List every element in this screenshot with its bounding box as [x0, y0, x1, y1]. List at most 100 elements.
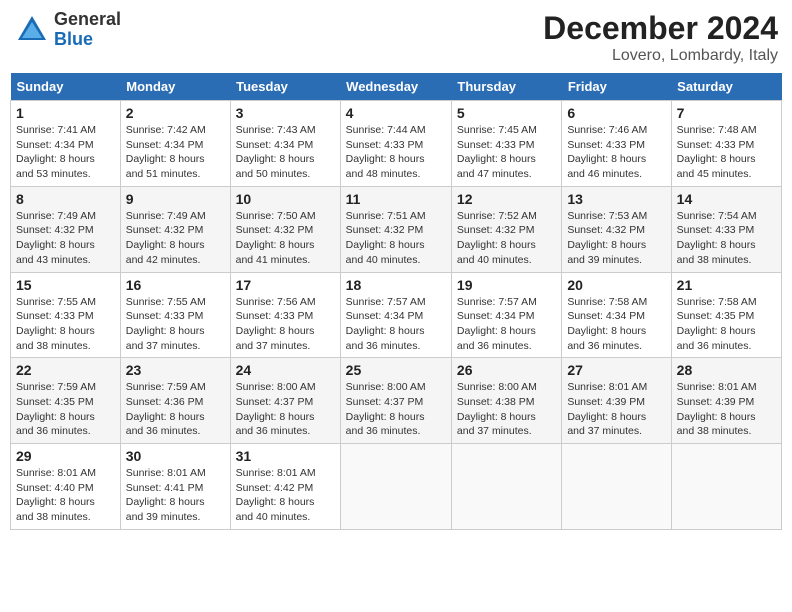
calendar-day-cell — [340, 444, 451, 530]
day-number: 2 — [126, 105, 225, 121]
day-number: 7 — [677, 105, 776, 121]
weekday-header: Wednesday — [340, 73, 451, 101]
day-info: Sunrise: 7:44 AMSunset: 4:33 PMDaylight:… — [346, 123, 446, 182]
day-number: 21 — [677, 277, 776, 293]
day-number: 26 — [457, 362, 556, 378]
day-number: 31 — [236, 448, 335, 464]
calendar-week-row: 22Sunrise: 7:59 AMSunset: 4:35 PMDayligh… — [11, 358, 782, 444]
day-info: Sunrise: 8:00 AMSunset: 4:37 PMDaylight:… — [346, 380, 446, 439]
day-info: Sunrise: 7:48 AMSunset: 4:33 PMDaylight:… — [677, 123, 776, 182]
day-number: 6 — [567, 105, 665, 121]
day-info: Sunrise: 7:58 AMSunset: 4:35 PMDaylight:… — [677, 295, 776, 354]
calendar-day-cell: 27Sunrise: 8:01 AMSunset: 4:39 PMDayligh… — [562, 358, 671, 444]
day-info: Sunrise: 8:00 AMSunset: 4:38 PMDaylight:… — [457, 380, 556, 439]
day-number: 15 — [16, 277, 115, 293]
day-info: Sunrise: 8:01 AMSunset: 4:39 PMDaylight:… — [567, 380, 665, 439]
day-number: 29 — [16, 448, 115, 464]
day-info: Sunrise: 7:53 AMSunset: 4:32 PMDaylight:… — [567, 209, 665, 268]
calendar-day-cell: 14 Sunrise: 7:54 AMSunset: 4:33 PMDayligh… — [671, 186, 781, 272]
weekday-header: Friday — [562, 73, 671, 101]
calendar-day-cell: 18 Sunrise: 7:57 AMSunset: 4:34 PMDayligh… — [340, 272, 451, 358]
calendar-day-cell: 4 Sunrise: 7:44 AMSunset: 4:33 PMDaylight… — [340, 101, 451, 187]
title-block: December 2024 Lovero, Lombardy, Italy — [543, 10, 778, 65]
calendar-day-cell: 2 Sunrise: 7:42 AMSunset: 4:34 PMDaylight… — [120, 101, 230, 187]
page-header: General Blue December 2024 Lovero, Lomba… — [10, 10, 782, 65]
weekday-header: Thursday — [451, 73, 561, 101]
day-number: 11 — [346, 191, 446, 207]
calendar-day-cell: 1Sunrise: 7:41 AMSunset: 4:34 PMDaylight… — [11, 101, 121, 187]
day-number: 12 — [457, 191, 556, 207]
day-info: Sunrise: 7:55 AMSunset: 4:33 PMDaylight:… — [126, 295, 225, 354]
logo: General Blue — [14, 10, 121, 50]
day-info: Sunrise: 7:45 AMSunset: 4:33 PMDaylight:… — [457, 123, 556, 182]
day-number: 25 — [346, 362, 446, 378]
calendar-day-cell — [671, 444, 781, 530]
day-number: 23 — [126, 362, 225, 378]
calendar-day-cell: 12 Sunrise: 7:52 AMSunset: 4:32 PMDayligh… — [451, 186, 561, 272]
day-info: Sunrise: 7:54 AMSunset: 4:33 PMDaylight:… — [677, 209, 776, 268]
calendar-day-cell: 10 Sunrise: 7:50 AMSunset: 4:32 PMDayligh… — [230, 186, 340, 272]
calendar-day-cell: 15Sunrise: 7:55 AMSunset: 4:33 PMDayligh… — [11, 272, 121, 358]
calendar-day-cell: 23 Sunrise: 7:59 AMSunset: 4:36 PMDayligh… — [120, 358, 230, 444]
day-info: Sunrise: 7:49 AMSunset: 4:32 PMDaylight:… — [16, 209, 115, 268]
day-number: 24 — [236, 362, 335, 378]
calendar-day-cell: 13 Sunrise: 7:53 AMSunset: 4:32 PMDayligh… — [562, 186, 671, 272]
day-info: Sunrise: 7:57 AMSunset: 4:34 PMDaylight:… — [457, 295, 556, 354]
calendar-week-row: 8 Sunrise: 7:49 AMSunset: 4:32 PMDaylight… — [11, 186, 782, 272]
day-info: Sunrise: 7:46 AMSunset: 4:33 PMDaylight:… — [567, 123, 665, 182]
calendar-day-cell: 11 Sunrise: 7:51 AMSunset: 4:32 PMDayligh… — [340, 186, 451, 272]
weekday-header: Tuesday — [230, 73, 340, 101]
logo-text: General Blue — [54, 10, 121, 50]
day-info: Sunrise: 7:50 AMSunset: 4:32 PMDaylight:… — [236, 209, 335, 268]
day-number: 9 — [126, 191, 225, 207]
weekday-header: Sunday — [11, 73, 121, 101]
day-info: Sunrise: 7:41 AMSunset: 4:34 PMDaylight:… — [16, 123, 115, 182]
day-info: Sunrise: 8:01 AMSunset: 4:41 PMDaylight:… — [126, 466, 225, 525]
day-info: Sunrise: 8:01 AMSunset: 4:40 PMDaylight:… — [16, 466, 115, 525]
calendar-day-cell: 21 Sunrise: 7:58 AMSunset: 4:35 PMDayligh… — [671, 272, 781, 358]
calendar-table: SundayMondayTuesdayWednesdayThursdayFrid… — [10, 73, 782, 530]
day-number: 14 — [677, 191, 776, 207]
day-number: 5 — [457, 105, 556, 121]
day-info: Sunrise: 7:42 AMSunset: 4:34 PMDaylight:… — [126, 123, 225, 182]
day-info: Sunrise: 7:52 AMSunset: 4:32 PMDaylight:… — [457, 209, 556, 268]
calendar-day-cell: 16 Sunrise: 7:55 AMSunset: 4:33 PMDayligh… — [120, 272, 230, 358]
logo-general-text: General — [54, 10, 121, 30]
day-info: Sunrise: 7:58 AMSunset: 4:34 PMDaylight:… — [567, 295, 665, 354]
calendar-day-cell — [562, 444, 671, 530]
day-number: 8 — [16, 191, 115, 207]
day-info: Sunrise: 8:01 AMSunset: 4:39 PMDaylight:… — [677, 380, 776, 439]
day-number: 18 — [346, 277, 446, 293]
day-info: Sunrise: 8:00 AMSunset: 4:37 PMDaylight:… — [236, 380, 335, 439]
calendar-week-row: 1Sunrise: 7:41 AMSunset: 4:34 PMDaylight… — [11, 101, 782, 187]
day-number: 13 — [567, 191, 665, 207]
day-info: Sunrise: 8:01 AMSunset: 4:42 PMDaylight:… — [236, 466, 335, 525]
day-number: 28 — [677, 362, 776, 378]
day-number: 16 — [126, 277, 225, 293]
calendar-day-cell: 28 Sunrise: 8:01 AMSunset: 4:39 PMDayligh… — [671, 358, 781, 444]
calendar-day-cell: 19 Sunrise: 7:57 AMSunset: 4:34 PMDayligh… — [451, 272, 561, 358]
calendar-day-cell: 31 Sunrise: 8:01 AMSunset: 4:42 PMDayligh… — [230, 444, 340, 530]
calendar-day-cell: 30 Sunrise: 8:01 AMSunset: 4:41 PMDayligh… — [120, 444, 230, 530]
day-info: Sunrise: 7:57 AMSunset: 4:34 PMDaylight:… — [346, 295, 446, 354]
calendar-day-cell: 25 Sunrise: 8:00 AMSunset: 4:37 PMDayligh… — [340, 358, 451, 444]
day-number: 17 — [236, 277, 335, 293]
calendar-day-cell: 22Sunrise: 7:59 AMSunset: 4:35 PMDayligh… — [11, 358, 121, 444]
day-number: 4 — [346, 105, 446, 121]
calendar-day-cell: 17 Sunrise: 7:56 AMSunset: 4:33 PMDayligh… — [230, 272, 340, 358]
day-number: 10 — [236, 191, 335, 207]
calendar-week-row: 15 Sunrise: 7:55 AMSunset: 4:33 PMDayligh… — [11, 272, 782, 358]
calendar-day-cell: 9 Sunrise: 7:49 AMSunset: 4:32 PMDaylight… — [120, 186, 230, 272]
calendar-day-cell: 7 Sunrise: 7:48 AMSunset: 4:33 PMDaylight… — [671, 101, 781, 187]
day-info: Sunrise: 7:59 AMSunset: 4:35 PMDaylight:… — [16, 380, 115, 439]
calendar-header-row: SundayMondayTuesdayWednesdayThursdayFrid… — [11, 73, 782, 101]
day-info: Sunrise: 7:56 AMSunset: 4:33 PMDaylight:… — [236, 295, 335, 354]
calendar-day-cell: 6 Sunrise: 7:46 AMSunset: 4:33 PMDaylight… — [562, 101, 671, 187]
day-number: 30 — [126, 448, 225, 464]
day-info: Sunrise: 7:51 AMSunset: 4:32 PMDaylight:… — [346, 209, 446, 268]
day-info: Sunrise: 7:43 AMSunset: 4:34 PMDaylight:… — [236, 123, 335, 182]
day-info: Sunrise: 7:59 AMSunset: 4:36 PMDaylight:… — [126, 380, 225, 439]
calendar-week-row: 29 Sunrise: 8:01 AMSunset: 4:40 PMDayligh… — [11, 444, 782, 530]
day-info: Sunrise: 7:49 AMSunset: 4:32 PMDaylight:… — [126, 209, 225, 268]
day-number: 19 — [457, 277, 556, 293]
